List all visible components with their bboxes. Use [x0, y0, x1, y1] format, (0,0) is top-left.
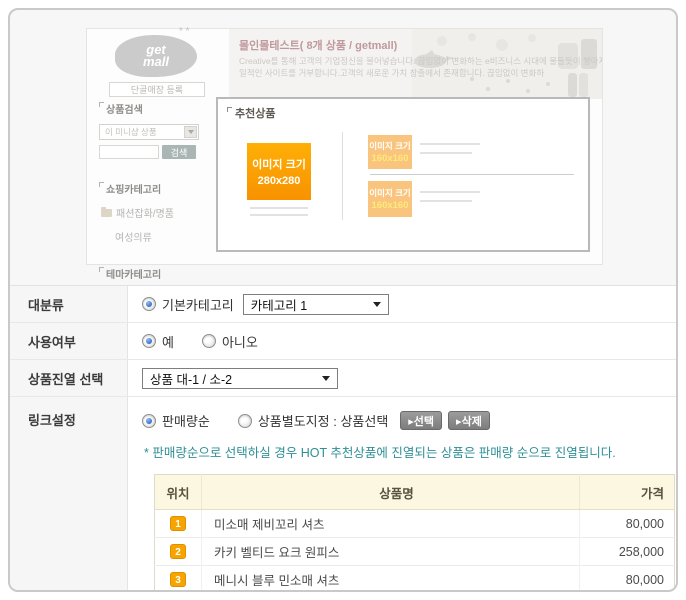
basic-category-radio-label: 기본카테고리 — [162, 295, 234, 314]
big-image-placeholder: 이미지 크기 280x280 — [247, 143, 311, 200]
custom-products-label: 상품별도지정 : 상품선택 — [258, 411, 388, 430]
product-name: 카키 벨티드 요크 원피스 — [202, 538, 580, 566]
placeholder-line — [250, 214, 308, 216]
logo-text: get mall — [139, 44, 173, 68]
shop-description-line1: Creative를 통해 고객의 기업정신을 불어넣습니다. 끊임없이 변화하는… — [239, 55, 602, 67]
category-select[interactable]: 카테고리 1 — [243, 294, 389, 315]
sales-order-note: * 판매량순으로 선택하실 경우 HOT 추천상품에 진열되는 상품은 판매량 … — [144, 442, 616, 461]
position-header: 위치 — [155, 475, 202, 510]
use-yes-radio[interactable] — [142, 334, 156, 348]
sidebar-search-button: 검색 — [162, 145, 196, 159]
sidebar-category-item: 여성의류 — [115, 229, 217, 244]
shop-description-line2: 일적인 사이트를 거부합니다.고객의 새로운 가치 창출에서 존재합니다. 끊임… — [239, 67, 544, 79]
recommend-products-box: 추천상품 이미지 크기 280x280 이미지 크기 160x160 이미지 크… — [216, 97, 590, 252]
image-size-value: 280x280 — [258, 175, 301, 187]
placeholder-line — [420, 143, 480, 145]
shop-banner: 몰인몰테스트( 8개 상품 / getmall) Creative를 통해 고객… — [229, 29, 602, 99]
sidebar-shopping-category-title: 쇼핑카테고리 — [99, 181, 217, 196]
display-select[interactable]: 상품 대-1 / 소-2 — [142, 368, 338, 389]
table-row: 1 미소매 제비꼬리 셔츠 80,000 — [155, 510, 675, 538]
row-link: 링크설정 판매량순 상품별도지정 : 상품선택 ▸선택 ▸삭제 * 판매량순으로… — [10, 397, 676, 590]
sidebar-category-item: 패션잡화/명품 — [101, 205, 217, 220]
row-display: 상품진열 선택 상품 대-1 / 소-2 — [10, 360, 676, 397]
name-header: 상품명 — [202, 475, 580, 510]
product-name: 메니시 블루 민소매 셔츠 — [202, 566, 580, 591]
row-category: 대분류 기본카테고리 카테고리 1 — [10, 286, 676, 323]
category-item-label: 패션잡화/명품 — [116, 205, 174, 220]
image-size-label: 이미지 크기 — [369, 140, 410, 152]
sidebar-search-input — [99, 145, 159, 159]
placeholder-line — [420, 191, 480, 193]
sidebar-search-select: 이 미니샵 상품 — [99, 124, 199, 140]
category-label: 대분류 — [10, 286, 128, 322]
table-header-row: 위치 상품명 가격 — [155, 475, 675, 510]
minishop-preview: get mall 단골매장 등록 — [86, 28, 603, 265]
settings-form: 대분류 기본카테고리 카테고리 1 사용여부 예 아니오 — [10, 285, 676, 590]
chevron-down-icon — [373, 302, 381, 307]
recommend-title: 추천상품 — [227, 105, 275, 121]
small-image-placeholder: 이미지 크기 160x160 — [368, 135, 412, 169]
register-store-button: 단골매장 등록 — [109, 82, 205, 97]
product-name: 미소매 제비꼬리 셔츠 — [202, 510, 580, 538]
minishop-header: get mall 단골매장 등록 — [87, 29, 602, 99]
category-select-value: 카테고리 1 — [251, 295, 307, 314]
use-no-label: 아니오 — [222, 332, 258, 351]
rank-badge: 1 — [170, 516, 186, 531]
table-row: 3 메니시 블루 민소매 셔츠 80,000 — [155, 566, 675, 591]
placeholder-line — [250, 207, 308, 209]
sales-order-label: 판매량순 — [162, 411, 210, 430]
use-no-radio[interactable] — [202, 334, 216, 348]
image-size-value: 160x160 — [372, 153, 409, 164]
divider — [370, 174, 574, 175]
product-price: 80,000 — [580, 510, 675, 538]
getmall-logo: get mall — [115, 35, 197, 77]
sidebar-search-select-value: 이 미니샵 상품 — [105, 126, 157, 138]
chevron-down-icon — [322, 376, 330, 381]
custom-products-radio[interactable] — [238, 414, 252, 428]
logo-column: get mall 단골매장 등록 — [87, 29, 229, 99]
price-header: 가격 — [580, 475, 675, 510]
product-price: 80,000 — [580, 566, 675, 591]
product-table: 위치 상품명 가격 1 미소매 제비꼬리 셔츠 80,000 — [154, 474, 675, 590]
placeholder-line — [420, 152, 472, 154]
image-size-value: 160x160 — [372, 200, 409, 211]
basic-category-radio[interactable] — [142, 297, 156, 311]
use-label: 사용여부 — [10, 323, 128, 359]
select-products-button[interactable]: ▸선택 — [400, 411, 442, 430]
delete-products-button[interactable]: ▸삭제 — [448, 411, 490, 430]
page: get mall 단골매장 등록 — [0, 0, 686, 600]
rank-badge: 2 — [170, 544, 186, 559]
use-yes-label: 예 — [162, 332, 174, 351]
small-image-placeholder: 이미지 크기 160x160 — [368, 181, 412, 217]
display-select-value: 상품 대-1 / 소-2 — [150, 369, 232, 388]
display-label: 상품진열 선택 — [10, 360, 128, 396]
sales-order-radio[interactable] — [142, 414, 156, 428]
sidebar-search-title: 상품검색 — [99, 101, 217, 116]
shop-title: 몰인몰테스트( 8개 상품 / getmall) — [239, 37, 397, 53]
image-size-label: 이미지 크기 — [252, 156, 306, 172]
row-use: 사용여부 예 아니오 — [10, 323, 676, 360]
placeholder-line — [420, 200, 472, 202]
chevron-down-icon — [184, 126, 197, 138]
product-price: 258,000 — [580, 538, 675, 566]
minishop-sidebar: 상품검색 이 미니샵 상품 검색 쇼핑카테고리 패션잡화/명품 여성의류 테마 — [87, 99, 217, 264]
rank-badge: 3 — [170, 572, 186, 587]
category-item-label: 여성의류 — [115, 229, 152, 244]
image-size-label: 이미지 크기 — [369, 187, 410, 199]
divider — [342, 132, 343, 220]
folder-icon — [101, 209, 112, 217]
link-label: 링크설정 — [10, 397, 128, 590]
sidebar-theme-category-title: 테마카테고리 — [99, 266, 217, 281]
panel: get mall 단골매장 등록 — [8, 8, 678, 592]
table-row: 2 카키 벨티드 요크 원피스 258,000 — [155, 538, 675, 566]
